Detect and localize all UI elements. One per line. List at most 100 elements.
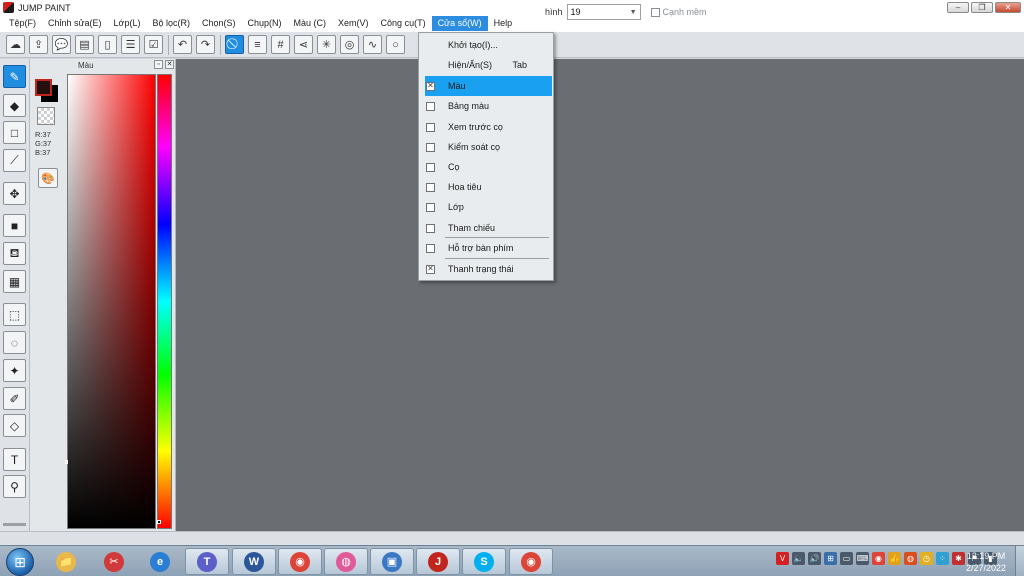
- dots-icon[interactable]: ⁘: [936, 552, 949, 565]
- rect-select-icon[interactable]: ⬚: [3, 303, 26, 326]
- network-icon[interactable]: ⊞: [824, 552, 837, 565]
- no-ruler-icon[interactable]: ⃠: [225, 35, 244, 54]
- menu-checkbox[interactable]: [426, 142, 435, 152]
- window-menu-item[interactable]: ✕ Thanh trạng thái: [425, 259, 552, 279]
- grid-icon[interactable]: #: [271, 35, 290, 54]
- select-eraser-icon[interactable]: ◇: [3, 414, 26, 437]
- hue-slider[interactable]: [157, 74, 172, 529]
- window-menu-item[interactable]: Lớp: [425, 197, 552, 217]
- menu-1[interactable]: Chỉnh sửa(E): [42, 16, 108, 31]
- color-app-taskbar-button[interactable]: ◍: [324, 548, 368, 575]
- window-menu-item[interactable]: Hỗ trợ bàn phím: [425, 238, 552, 258]
- clock-app-icon[interactable]: ◷: [920, 552, 933, 565]
- volume-icon[interactable]: 🔈: [792, 552, 805, 565]
- internet-explorer-taskbar-button[interactable]: e: [138, 548, 182, 575]
- document-icon[interactable]: ▯: [98, 35, 117, 54]
- monitor-icon[interactable]: ▭: [840, 552, 853, 565]
- text-icon[interactable]: T: [3, 448, 26, 471]
- cloud-icon[interactable]: ☁: [6, 35, 25, 54]
- parallel-lines-icon[interactable]: ≡: [248, 35, 267, 54]
- show-desktop-button[interactable]: [1015, 546, 1024, 576]
- eyedropper-icon[interactable]: ⚲: [3, 475, 26, 498]
- canvas-area[interactable]: [176, 59, 1024, 531]
- close-icon[interactable]: ✕: [165, 60, 174, 69]
- window-menu-item[interactable]: Hoa tiêu: [425, 177, 552, 197]
- smooth-edge-option[interactable]: Cạnh mềm: [650, 7, 707, 17]
- menu-checkbox[interactable]: ✕: [426, 81, 435, 91]
- chrome-profile-taskbar-button[interactable]: ◉: [509, 548, 553, 575]
- clock[interactable]: 12:19 PM 2/27/2022: [960, 550, 1012, 574]
- menu-checkbox[interactable]: [426, 243, 435, 253]
- teams-taskbar-button[interactable]: T: [185, 548, 229, 575]
- redo-icon[interactable]: ↷: [196, 35, 215, 54]
- globe-icon[interactable]: ◍: [904, 552, 917, 565]
- file-explorer-taskbar-button[interactable]: 📁: [44, 548, 88, 575]
- minimize-button[interactable]: –: [947, 2, 969, 13]
- eraser-icon[interactable]: ◆: [3, 94, 26, 117]
- menu-6[interactable]: Màu (C): [288, 16, 333, 31]
- size-combo[interactable]: 19 ▼: [566, 4, 641, 20]
- palette-icon[interactable]: 🎨: [38, 168, 58, 188]
- perspective-icon[interactable]: ⋖: [294, 35, 313, 54]
- window-menu-item[interactable]: Hiện/Ẩn(S) Tab: [425, 55, 552, 75]
- speaker-icon[interactable]: 🔊: [808, 552, 821, 565]
- hue-slider-marker[interactable]: [157, 520, 161, 525]
- menu-5[interactable]: Chụp(N): [242, 16, 288, 31]
- menu-9[interactable]: Cửa sổ(W): [431, 16, 488, 31]
- sv-picker-marker[interactable]: [65, 460, 68, 464]
- start-button[interactable]: ⊞: [6, 548, 34, 576]
- rectangle-icon[interactable]: □: [3, 121, 26, 144]
- brush-icon[interactable]: ✎: [3, 65, 26, 88]
- chrome-tray-icon[interactable]: ◉: [872, 552, 885, 565]
- menu-2[interactable]: Lớp(L): [108, 16, 147, 31]
- move-icon[interactable]: ✥: [3, 182, 26, 205]
- close-button[interactable]: ✕: [995, 2, 1021, 13]
- comment-icon[interactable]: ▤: [75, 35, 94, 54]
- window-menu-item[interactable]: Cọ: [425, 157, 552, 177]
- antivirus-icon[interactable]: V: [776, 552, 789, 565]
- menu-checkbox[interactable]: [426, 122, 435, 132]
- remote-desktop-taskbar-button[interactable]: ▣: [370, 548, 414, 575]
- fill-rectangle-icon[interactable]: ■: [3, 214, 26, 237]
- snipping-tool-taskbar-button[interactable]: ✂: [92, 548, 136, 575]
- menu-checkbox[interactable]: [426, 101, 435, 111]
- window-menu-item[interactable]: Tham chiếu: [425, 218, 552, 238]
- radial-lines-icon[interactable]: ✳: [317, 35, 336, 54]
- magic-wand-icon[interactable]: ✦: [3, 359, 26, 382]
- maximize-button[interactable]: ❐: [971, 2, 993, 13]
- keyboard-icon[interactable]: ⌨: [856, 552, 869, 565]
- menu-checkbox[interactable]: [426, 223, 435, 233]
- window-menu-item[interactable]: Xem trước cọ: [425, 117, 552, 137]
- menu-3[interactable]: Bộ lọc(R): [146, 16, 196, 31]
- window-menu-item[interactable]: Bảng màu: [425, 96, 552, 116]
- concentric-circles-icon[interactable]: ◎: [340, 35, 359, 54]
- line-icon[interactable]: ⟋: [3, 149, 26, 172]
- thumbs-up-icon[interactable]: 👍: [888, 552, 901, 565]
- checklist-icon[interactable]: ☑: [144, 35, 163, 54]
- gradient-icon[interactable]: ▦: [3, 270, 26, 293]
- smooth-edge-checkbox[interactable]: [650, 7, 660, 17]
- menu-checkbox[interactable]: [426, 202, 435, 212]
- word-taskbar-button[interactable]: W: [232, 548, 276, 575]
- menu-checkbox[interactable]: [426, 162, 435, 172]
- menu-7[interactable]: Xem(V): [332, 16, 375, 31]
- jump-paint-taskbar-button[interactable]: J: [416, 548, 460, 575]
- skype-taskbar-button[interactable]: S: [462, 548, 506, 575]
- curve-icon[interactable]: ∿: [363, 35, 382, 54]
- foreground-color-swatch[interactable]: [35, 79, 52, 96]
- select-pen-icon[interactable]: ✐: [3, 387, 26, 410]
- window-menu-item[interactable]: Khởi tạo(I)...: [425, 35, 552, 55]
- share-icon[interactable]: ⇪: [29, 35, 48, 54]
- menu-8[interactable]: Công cụ(T): [375, 16, 432, 31]
- saturation-value-picker[interactable]: [67, 74, 156, 529]
- menu-0[interactable]: Tệp(F): [3, 16, 42, 31]
- list-icon[interactable]: ☰: [121, 35, 140, 54]
- speech-bubble-icon[interactable]: 💬: [52, 35, 71, 54]
- paint-bucket-icon[interactable]: ⛾: [3, 242, 26, 265]
- chrome-taskbar-button[interactable]: ◉: [278, 548, 322, 575]
- lasso-icon[interactable]: ◌: [3, 331, 26, 354]
- menu-checkbox[interactable]: [426, 182, 435, 192]
- undock-icon[interactable]: ▫: [154, 60, 163, 69]
- window-menu-item[interactable]: Kiểm soát cọ: [425, 137, 552, 157]
- tool-palette-grip[interactable]: [3, 523, 26, 526]
